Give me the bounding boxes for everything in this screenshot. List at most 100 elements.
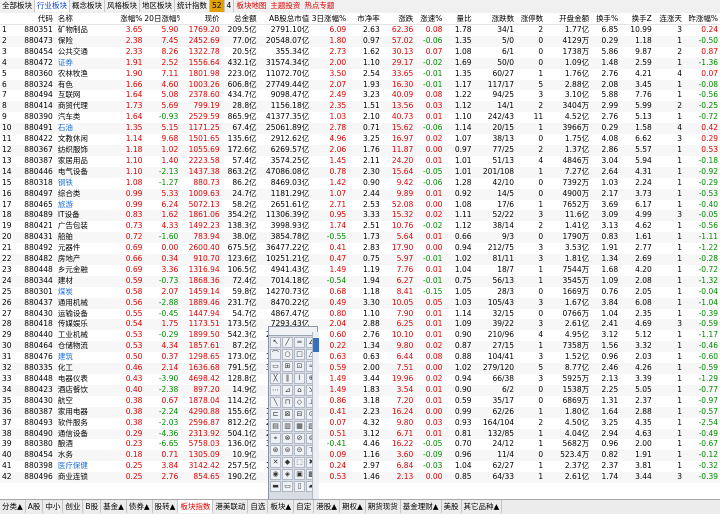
top-tab-0[interactable]: 全部板块: [0, 0, 35, 12]
draw-tool-icon[interactable]: ◉: [270, 469, 281, 480]
table-row[interactable]: 10 880491 石油 1.35 5.15 1171.25 67.4亿 25061.89亿 2…: [0, 123, 720, 135]
bottom-tab-11[interactable]: 板块▲: [268, 500, 295, 513]
table-row[interactable]: 1 880351 矿物制品 3.65 5.90 1769.20 209.5亿 2791.10亿…: [0, 25, 720, 36]
draw-tool-icon[interactable]: ▥: [282, 421, 293, 432]
table-row[interactable]: 30880464仓储物流0.534.341857.6187.2亿7369.11亿…: [0, 341, 720, 353]
draw-tool-icon[interactable]: ⊞: [282, 361, 293, 372]
table-row[interactable]: 20 880431 船舶 0.72 -1.60 783.94 38.0亿 3854.78亿 -0…: [0, 232, 720, 244]
top-tab-10[interactable]: 热点专题: [302, 0, 336, 12]
top-tab-5[interactable]: 统计指数: [175, 0, 210, 12]
draw-tool-icon[interactable]: ╳: [270, 373, 281, 384]
draw-tool-icon[interactable]: ⊛: [270, 445, 281, 456]
table-row[interactable]: 21 880492 元器件 0.69 0.00 2600.40 675.5亿 36477.22…: [0, 243, 720, 254]
bottom-tab-10[interactable]: 自选: [248, 500, 269, 513]
table-row[interactable]: 5 880360 农林牧渔 1.90 7.11 1801.98 223.0亿 11072.70…: [0, 69, 720, 80]
bottom-tab-8[interactable]: 板块指数: [178, 500, 214, 513]
table-row[interactable]: 25 880301 煤炭 0.58 2.07 1459.14 59.8亿 14270.73亿 0…: [0, 287, 720, 298]
top-tab-3[interactable]: 风格板块: [105, 0, 140, 12]
top-tab-7[interactable]: 4: [225, 0, 235, 12]
draw-tool-icon[interactable]: ✕: [270, 457, 281, 468]
column-header-14[interactable]: 涨停数: [516, 13, 546, 25]
table-row[interactable]: 36880387家用电器0.38-2.244290.88155.6亿15887.…: [0, 406, 720, 418]
table-row[interactable]: 23 880448 乡元金融 0.69 3.36 1316.94 106.5亿 4941.43…: [0, 265, 720, 276]
bottom-tab-12[interactable]: 自定: [294, 500, 315, 513]
bottom-tab-14[interactable]: 期权▲: [340, 500, 366, 513]
table-row[interactable]: 13 880387 家居用品 1.10 1.40 2223.58 57.4亿 3574.25亿…: [0, 156, 720, 167]
table-row[interactable]: 9 880390 汽车类 1.64 -0.93 2529.59 865.9亿 41377.35…: [0, 112, 720, 123]
table-row[interactable]: 27 880430 运输设备 0.55 -0.45 1447.94 54.7亿 4867.47…: [0, 309, 720, 320]
table-row[interactable]: 24 880344 建材 0.59 -0.73 1868.36 72.4亿 7014.18亿 -…: [0, 275, 720, 287]
draw-tool-icon[interactable]: ⊡: [294, 361, 305, 372]
column-header-8[interactable]: 3日涨幅%: [311, 13, 349, 25]
draw-tool-icon[interactable]: ⊠: [282, 409, 293, 420]
bottom-tab-15[interactable]: 期货现货: [366, 500, 401, 513]
table-row[interactable]: 11 880422 文教休闲 1.14 9.68 1501.65 135.6亿 2912.62…: [0, 134, 720, 145]
draw-tool-icon[interactable]: ▤: [270, 421, 281, 432]
column-header-9[interactable]: 市净率: [348, 13, 382, 25]
draw-tool-icon[interactable]: ⊿: [282, 385, 293, 396]
table-row[interactable]: 26 880437 通用机械 0.56 -2.88 1889.46 231.7亿 8470.2…: [0, 297, 720, 309]
column-header-1[interactable]: 代码: [17, 13, 55, 25]
draw-tool-icon[interactable]: ╱: [282, 337, 293, 348]
draw-tool-icon[interactable]: ⊗: [282, 433, 293, 444]
column-header-10[interactable]: 涨跌: [381, 13, 416, 25]
draw-tool-icon[interactable]: ▭: [270, 361, 281, 372]
toolbox-scrollbar[interactable]: [312, 332, 319, 500]
draw-tool-icon[interactable]: ⊘: [294, 433, 305, 444]
draw-tool-icon[interactable]: ◈: [282, 469, 293, 480]
table-row[interactable]: 33880448电器仪表0.43-3.904698.42128.8亿4416.8…: [0, 374, 720, 385]
top-tab-4[interactable]: 地区板块: [140, 0, 175, 12]
table-row[interactable]: 37880493软件服务0.38-2.032596.87812.2亿29222.…: [0, 418, 720, 429]
draw-tool-icon[interactable]: ⌒: [270, 349, 281, 360]
toolbox-scroll-thumb[interactable]: [313, 338, 319, 352]
table-row[interactable]: 3 880454 公共交通 2.33 8.26 1322.78 20.5亿 355.34亿 2.…: [0, 47, 720, 58]
draw-tool-icon[interactable]: ▬: [270, 481, 281, 492]
table-row[interactable]: 28 880418 传媒娱乐 0.54 1.75 1173.51 173.5亿 7293.43…: [0, 319, 720, 331]
draw-tool-icon[interactable]: ↖: [270, 337, 281, 348]
table-row[interactable]: 6 880324 有色 1.66 4.60 1003.26 606.8亿 27749.44亿 2…: [0, 79, 720, 91]
bottom-tab-9[interactable]: 港美联动: [213, 500, 249, 513]
table-row[interactable]: 16 880497 综合类 0.99 5.33 1009.63 24.7亿 1181.29亿 1…: [0, 188, 720, 200]
draw-tool-icon[interactable]: ◆: [282, 457, 293, 468]
draw-tool-icon[interactable]: ═: [294, 337, 305, 348]
draw-tool-icon[interactable]: ▯: [294, 481, 305, 492]
table-row[interactable]: 42880496商业连锁0.252.76854.65190.2亿7502.64亿…: [0, 472, 720, 484]
draw-tool-icon[interactable]: ⊝: [294, 445, 305, 456]
table-row[interactable]: 22 880482 房地产 0.66 0.34 910.70 123.6亿 10251.21亿…: [0, 254, 720, 265]
column-header-5[interactable]: 现价: [180, 13, 222, 25]
bottom-tab-16[interactable]: 基金理财▲: [401, 500, 442, 513]
table-row[interactable]: 35880430航空0.380.671878.04114.2亿8592.63亿0…: [0, 396, 720, 407]
table-row[interactable]: 4 880472 证券 1.91 2.52 1556.64 432.1亿 31574.34亿 2…: [0, 57, 720, 69]
table-row[interactable]: 2 880473 保险 2.38 7.45 2452.69 77.0亿 20548.07亿 1.…: [0, 35, 720, 47]
column-header-7[interactable]: AB股总市值: [258, 13, 312, 25]
column-header-16[interactable]: 换手%: [591, 13, 621, 25]
table-row[interactable]: 14 880446 电气设备 1.10 -2.13 1437.38 863.2亿 47086.…: [0, 166, 720, 178]
draw-tool-icon[interactable]: ⊓: [282, 397, 293, 408]
bottom-tab-1[interactable]: A股: [26, 500, 44, 513]
bottom-tab-17[interactable]: 美股: [442, 500, 462, 513]
table-row[interactable]: 12 880367 纺织服饰 1.18 1.02 1055.69 172.6亿 6269.57…: [0, 144, 720, 156]
draw-tool-icon[interactable]: □: [294, 349, 305, 360]
bottom-tab-4[interactable]: B股: [83, 500, 102, 513]
column-header-12[interactable]: 量比: [444, 13, 474, 25]
top-tab-9[interactable]: 主题投资: [268, 0, 302, 12]
column-header-4[interactable]: 20日涨幅%: [144, 13, 181, 25]
draw-tool-icon[interactable]: ▦: [294, 421, 305, 432]
drawing-toolbox-panel[interactable]: ↖╱═∠⌒○□△▭⊞⊡≈╳∥⌇⊕⋯⊿⌂⇲╲⊓◇⊥⊏⊠⊟⊙▤▥▦▧⌖⊗⊘⊚⊛⊜⊝⊤…: [268, 326, 318, 508]
column-header-11[interactable]: 涨速%: [415, 13, 445, 25]
top-tab-6[interactable]: 52: [210, 0, 225, 12]
draw-tool-icon[interactable]: ⌂: [294, 385, 305, 396]
bottom-tab-5[interactable]: 基金▲: [101, 500, 127, 513]
table-row[interactable]: 40880454水务0.180.711305.0910.9亿1528.45亿0.…: [0, 450, 720, 462]
bottom-tab-2[interactable]: 中小: [43, 500, 64, 513]
table-row[interactable]: 17 880465 旅游 0.99 6.24 5072.13 58.2亿 2651.61亿 2.…: [0, 200, 720, 211]
table-row[interactable]: 32880335化工0.462.141636.68791.5亿36095.30亿…: [0, 363, 720, 374]
draw-tool-icon[interactable]: ○: [282, 349, 293, 360]
table-row[interactable]: 8 880414 商贸代理 1.73 5.69 799.19 28.8亿 1156.18亿 2.…: [0, 101, 720, 113]
draw-tool-icon[interactable]: ◇: [294, 397, 305, 408]
table-row[interactable]: 15 880318 钢铁 1.08 -1.27 880.73 86.2亿 8469.03亿 1.…: [0, 178, 720, 189]
top-tab-1[interactable]: 行业板块: [35, 0, 70, 12]
column-header-18[interactable]: 连涨天: [653, 13, 684, 25]
table-row[interactable]: 7 880494 互联网 1.64 5.08 2378.60 434.7亿 9098.47亿 2…: [0, 90, 720, 101]
column-header-17[interactable]: 换手Z: [620, 13, 654, 25]
